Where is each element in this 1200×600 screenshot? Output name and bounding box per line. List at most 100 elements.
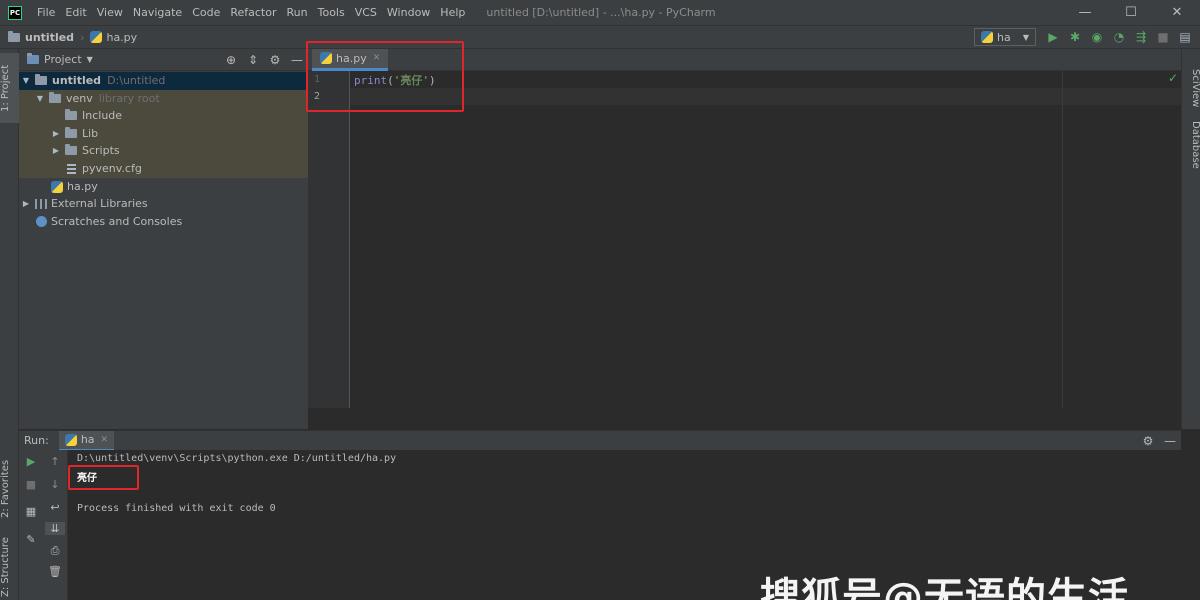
left-tool-strip: 1: Project 2: Favorites Z: Structure xyxy=(0,49,19,600)
tree-item-scripts[interactable]: ▶ Scripts xyxy=(19,142,308,160)
print-icon[interactable]: ⎙ xyxy=(45,544,65,558)
tree-item-external-libraries[interactable]: ▶ External Libraries xyxy=(19,195,308,213)
hide-panel-icon[interactable]: — xyxy=(1159,434,1181,448)
breadcrumb-project[interactable]: untitled xyxy=(25,31,74,44)
layout-icon[interactable]: ▦ xyxy=(21,505,41,518)
run-tab-ha[interactable]: ha ✕ xyxy=(58,430,115,451)
menu-bar: PC File Edit View Navigate Code Refactor… xyxy=(0,0,1200,25)
run-toolbar: ▶ ↑ ■ ↓ ▦ ↩ ⇊ ✎ ⎙ 🗑 xyxy=(19,450,67,600)
pin-icon[interactable]: ✎ xyxy=(21,533,41,546)
run-tab-label: ha xyxy=(80,433,95,446)
close-tab-icon[interactable]: ✕ xyxy=(101,435,109,445)
coverage-icon[interactable]: ◉ xyxy=(1086,30,1108,44)
menu-edit[interactable]: Edit xyxy=(60,0,91,25)
hide-panel-icon[interactable]: — xyxy=(286,53,308,67)
tree-item-label: External Libraries xyxy=(51,197,148,211)
tree-item-label: Scripts xyxy=(82,144,120,158)
python-file-icon xyxy=(64,433,77,446)
tree-item-label: Lib xyxy=(82,127,99,141)
tab-favorites-label: 2: Favorites xyxy=(0,459,11,519)
folder-icon xyxy=(65,109,77,121)
tree-item-label: untitled xyxy=(52,74,102,88)
tab-sciview[interactable]: SciView xyxy=(1183,69,1200,129)
locate-icon[interactable]: ⊕ xyxy=(220,53,242,67)
breadcrumb-separator: › xyxy=(80,30,85,44)
run-config-selector[interactable]: ha ▼ xyxy=(974,28,1036,46)
tab-project-label: 1: Project xyxy=(0,64,11,112)
folder-icon xyxy=(8,30,20,42)
menu-help[interactable]: Help xyxy=(435,0,470,25)
search-everywhere-icon[interactable]: ▤ xyxy=(1174,30,1196,44)
menu-refactor[interactable]: Refactor xyxy=(225,0,281,25)
tab-structure[interactable]: Z: Structure xyxy=(0,534,19,600)
tree-item-scratches[interactable]: Scratches and Consoles xyxy=(19,213,308,231)
python-file-icon xyxy=(981,31,993,43)
close-button[interactable]: ✕ xyxy=(1154,0,1200,25)
expand-arrow-icon[interactable]: ▶ xyxy=(21,199,31,208)
scroll-up-icon[interactable]: ↑ xyxy=(45,455,65,468)
tree-item-hint: library root xyxy=(98,92,160,106)
soft-wrap-icon[interactable]: ↩ xyxy=(45,501,65,514)
profile-icon[interactable]: ◔ xyxy=(1108,30,1130,44)
tab-sciview-label: SciView xyxy=(1190,69,1200,108)
tree-item-label: Scratches and Consoles xyxy=(51,215,183,229)
code-editor[interactable]: print('亮仔') ✓ xyxy=(350,71,1181,408)
minimize-button[interactable]: — xyxy=(1062,0,1108,25)
stop-icon[interactable]: ■ xyxy=(21,478,41,491)
tree-item-venv[interactable]: ▼ venv library root xyxy=(19,90,308,108)
tab-database[interactable]: Database xyxy=(1183,121,1200,191)
tab-structure-label: Z: Structure xyxy=(0,537,11,597)
run-icon[interactable]: ▶ xyxy=(1042,30,1064,44)
collapse-all-icon[interactable]: ⇕ xyxy=(242,53,264,67)
trash-icon[interactable]: 🗑 xyxy=(45,565,65,578)
project-tree: ▼ untitled D:\untitled ▼ venv library ro… xyxy=(19,71,308,429)
scratches-icon xyxy=(36,216,47,228)
config-file-icon xyxy=(67,163,76,174)
tree-item-include[interactable]: Include xyxy=(19,107,308,125)
right-margin-guide xyxy=(1062,71,1063,408)
highlight-box-output xyxy=(68,465,139,490)
scroll-down-icon[interactable]: ↓ xyxy=(45,478,65,491)
expand-arrow-icon[interactable]: ▶ xyxy=(51,129,61,138)
tab-favorites[interactable]: 2: Favorites xyxy=(0,454,19,524)
tree-item-label: venv xyxy=(66,92,93,106)
expand-arrow-icon[interactable]: ▶ xyxy=(51,146,61,155)
folder-icon xyxy=(65,144,77,156)
editor-bottom-area xyxy=(308,408,1181,430)
menu-window[interactable]: Window xyxy=(382,0,435,25)
navigation-bar: untitled › ha.py ha ▼ ▶ ✱ ◉ ◔ ⇶ ■ ▤ xyxy=(0,25,1200,49)
tree-item-label: Include xyxy=(82,109,123,123)
menu-code[interactable]: Code xyxy=(187,0,225,25)
rerun-icon[interactable]: ▶ xyxy=(21,455,41,468)
folder-icon xyxy=(65,127,77,139)
concurrency-icon[interactable]: ⇶ xyxy=(1130,30,1152,44)
tab-project[interactable]: 1: Project xyxy=(0,53,19,123)
editor-gutter: 1 2 xyxy=(308,71,350,408)
inspection-ok-icon[interactable]: ✓ xyxy=(1168,71,1178,85)
tree-item-untitled[interactable]: ▼ untitled D:\untitled xyxy=(19,72,308,90)
tree-item-ha-py[interactable]: ha.py xyxy=(19,178,308,196)
tree-item-pyvenv-cfg[interactable]: pyvenv.cfg xyxy=(19,160,308,178)
debug-icon[interactable]: ✱ xyxy=(1064,30,1086,44)
tree-item-label: pyvenv.cfg xyxy=(82,162,142,176)
menu-run[interactable]: Run xyxy=(282,0,313,25)
expand-arrow-icon[interactable]: ▼ xyxy=(35,94,45,103)
settings-gear-icon[interactable]: ⚙ xyxy=(264,53,286,67)
settings-gear-icon[interactable]: ⚙ xyxy=(1137,434,1159,448)
menu-file[interactable]: File xyxy=(32,0,60,25)
window-title: untitled [D:\untitled] - ...\ha.py - PyC… xyxy=(486,6,716,19)
chevron-down-icon[interactable]: ▼ xyxy=(87,55,93,64)
breadcrumb-file[interactable]: ha.py xyxy=(106,31,137,44)
caret-line-highlight xyxy=(350,88,1181,105)
menu-vcs[interactable]: VCS xyxy=(350,0,382,25)
stop-icon[interactable]: ■ xyxy=(1152,30,1174,44)
scroll-to-end-icon[interactable]: ⇊ xyxy=(45,522,65,535)
highlight-box-editor xyxy=(306,41,464,112)
maximize-button[interactable]: ☐ xyxy=(1108,0,1154,25)
menu-view[interactable]: View xyxy=(92,0,128,25)
expand-arrow-icon[interactable]: ▼ xyxy=(21,76,31,85)
tree-item-lib[interactable]: ▶ Lib xyxy=(19,125,308,143)
project-panel-title[interactable]: Project xyxy=(44,53,82,66)
menu-tools[interactable]: Tools xyxy=(313,0,350,25)
menu-navigate[interactable]: Navigate xyxy=(128,0,187,25)
